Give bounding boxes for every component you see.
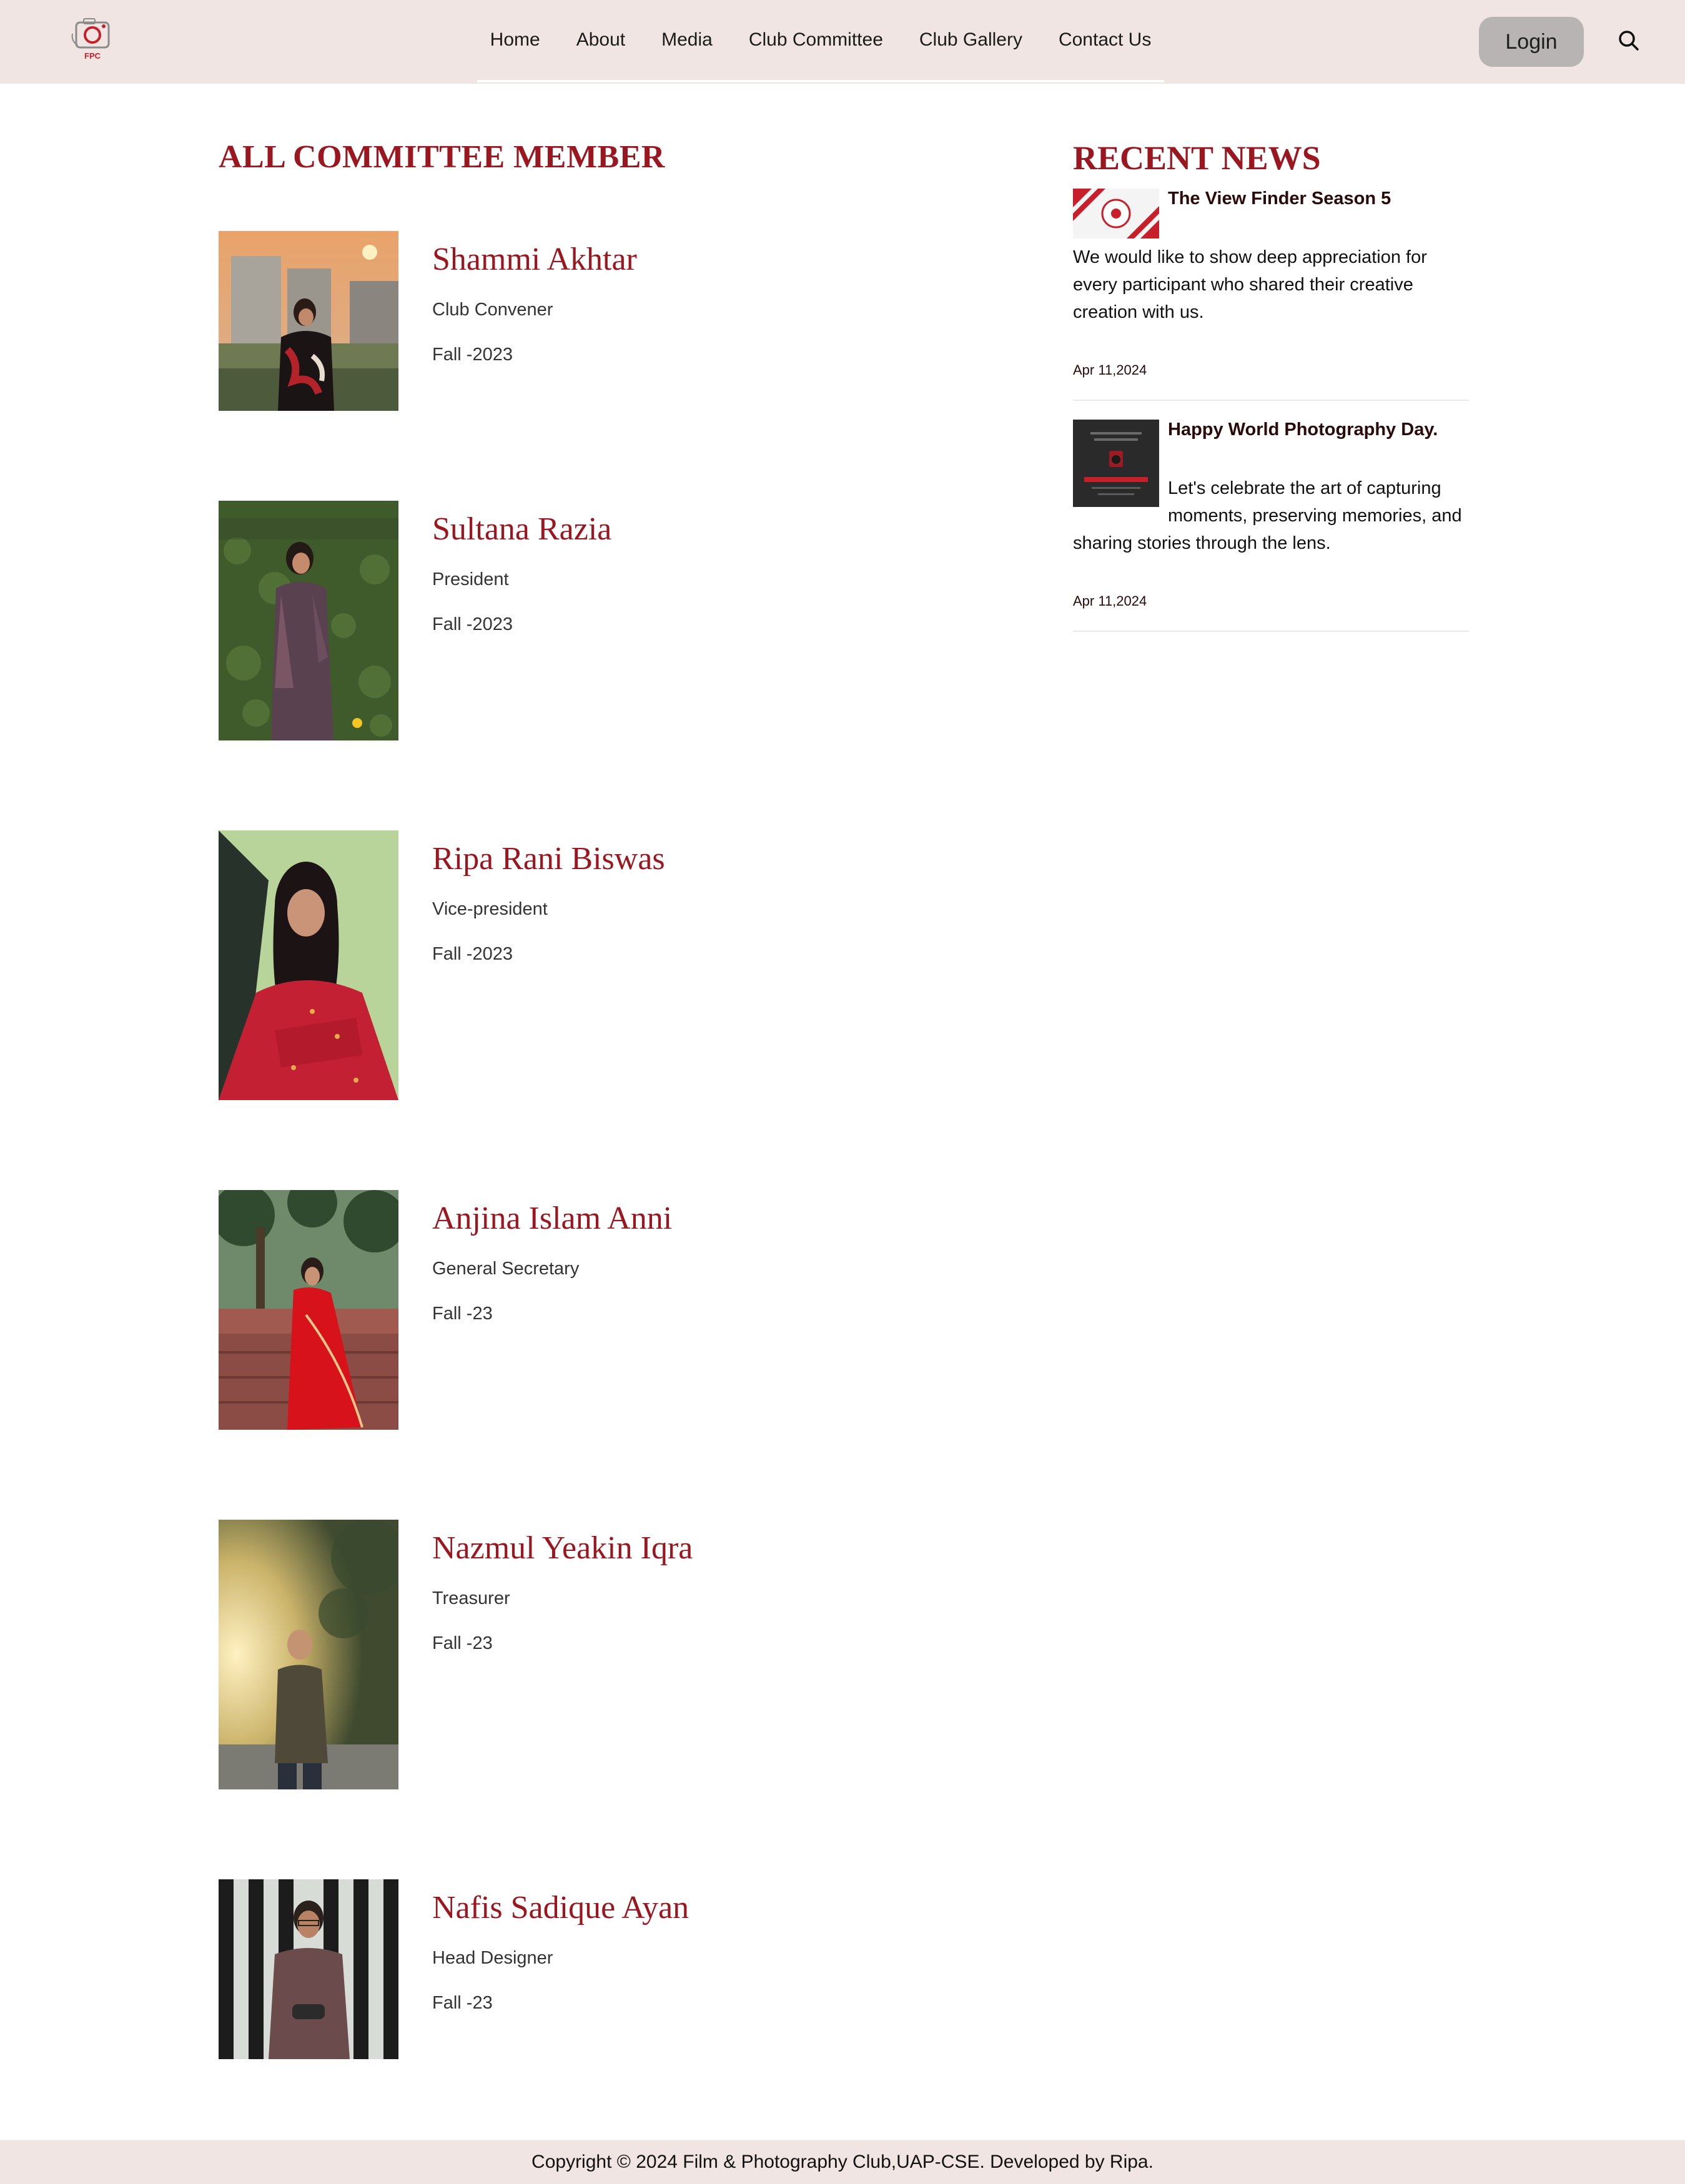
- logo-text: FPC: [84, 51, 101, 61]
- member-card: Anjina Islam Anni General Secretary Fall…: [219, 1190, 781, 1430]
- news-excerpt-line: Let's celebrate the art of capturing: [1168, 478, 1441, 498]
- member-card: Sultana Razia President Fall -2023: [219, 501, 781, 740]
- search-icon[interactable]: [1616, 28, 1641, 53]
- member-term: Fall -2023: [432, 614, 513, 634]
- page: FPC Home About Media Club Committee Club…: [0, 0, 1685, 2184]
- member-photo: [219, 1879, 398, 2059]
- member-role: President: [432, 569, 509, 589]
- news-item[interactable]: The View Finder Season 5 We would like t…: [1073, 189, 1469, 403]
- member-photo: [219, 830, 398, 1100]
- member-photo: [219, 231, 398, 411]
- member-role: Treasurer: [432, 1588, 510, 1608]
- nav-media[interactable]: Media: [661, 29, 713, 51]
- member-card: Ripa Rani Biswas Vice-president Fall -20…: [219, 830, 781, 1100]
- club-logo[interactable]: FPC: [70, 12, 115, 62]
- news-item[interactable]: Happy World Photography Day. Let's celeb…: [1073, 420, 1469, 634]
- nav-about[interactable]: About: [576, 29, 625, 51]
- news-divider: [1073, 400, 1469, 401]
- news-headline[interactable]: Happy World Photography Day.: [1168, 420, 1438, 440]
- camera-logo-icon: FPC: [71, 18, 110, 61]
- member-term: Fall -2023: [432, 345, 513, 365]
- copyright-text: Copyright © 2024 Film & Photography Club…: [531, 2152, 1154, 2172]
- nav-club-gallery[interactable]: Club Gallery: [919, 29, 1022, 51]
- member-card: Nafis Sadique Ayan Head Designer Fall -2…: [219, 1879, 781, 2060]
- member-name: Nazmul Yeakin Iqra: [432, 1530, 693, 1566]
- recent-news-title: RECENT NEWS: [1073, 139, 1321, 177]
- nav-contact-us[interactable]: Contact Us: [1059, 29, 1151, 51]
- site-footer: Copyright © 2024 Film & Photography Club…: [0, 2140, 1685, 2184]
- member-name: Anjina Islam Anni: [432, 1201, 673, 1236]
- committee-title: ALL COMMITTEE MEMBER: [219, 139, 665, 175]
- member-term: Fall -23: [432, 1633, 493, 1653]
- news-excerpt: We would like to show deep appreciation …: [1073, 247, 1427, 322]
- member-term: Fall -23: [432, 1304, 493, 1324]
- news-thumbnail[interactable]: [1073, 189, 1159, 242]
- member-name: Nafis Sadique Ayan: [432, 1890, 689, 1926]
- member-role: General Secretary: [432, 1259, 580, 1279]
- site-header: FPC Home About Media Club Committee Club…: [0, 0, 1685, 84]
- member-photo: [219, 1520, 398, 1789]
- member-card: Nazmul Yeakin Iqra Treasurer Fall -23: [219, 1520, 781, 1789]
- news-thumbnail[interactable]: [1073, 420, 1159, 510]
- member-role: Club Convener: [432, 300, 553, 320]
- main-nav: Home About Media Club Committee Club Gal…: [477, 0, 1164, 82]
- member-name: Shammi Akhtar: [432, 242, 637, 277]
- news-date: Apr 11,2024: [1073, 362, 1147, 378]
- member-photo: [219, 1190, 398, 1430]
- member-term: Fall -2023: [432, 944, 513, 964]
- news-date: Apr 11,2024: [1073, 593, 1147, 609]
- nav-home[interactable]: Home: [490, 29, 540, 51]
- member-name: Sultana Razia: [432, 511, 612, 547]
- member-name: Ripa Rani Biswas: [432, 841, 665, 877]
- member-card: Shammi Akhtar Club Convener Fall -2023: [219, 231, 781, 412]
- nav-club-committee[interactable]: Club Committee: [749, 29, 883, 51]
- member-photo: [219, 501, 398, 740]
- login-button[interactable]: Login: [1479, 17, 1584, 67]
- news-excerpt-line: moments, preserving memories, and: [1168, 506, 1462, 526]
- news-headline[interactable]: The View Finder Season 5: [1168, 189, 1391, 209]
- member-role: Head Designer: [432, 1948, 553, 1968]
- member-term: Fall -23: [432, 1993, 493, 2013]
- news-excerpt-line: sharing stories through the lens.: [1073, 533, 1331, 553]
- member-role: Vice-president: [432, 899, 548, 919]
- news-divider: [1073, 631, 1469, 632]
